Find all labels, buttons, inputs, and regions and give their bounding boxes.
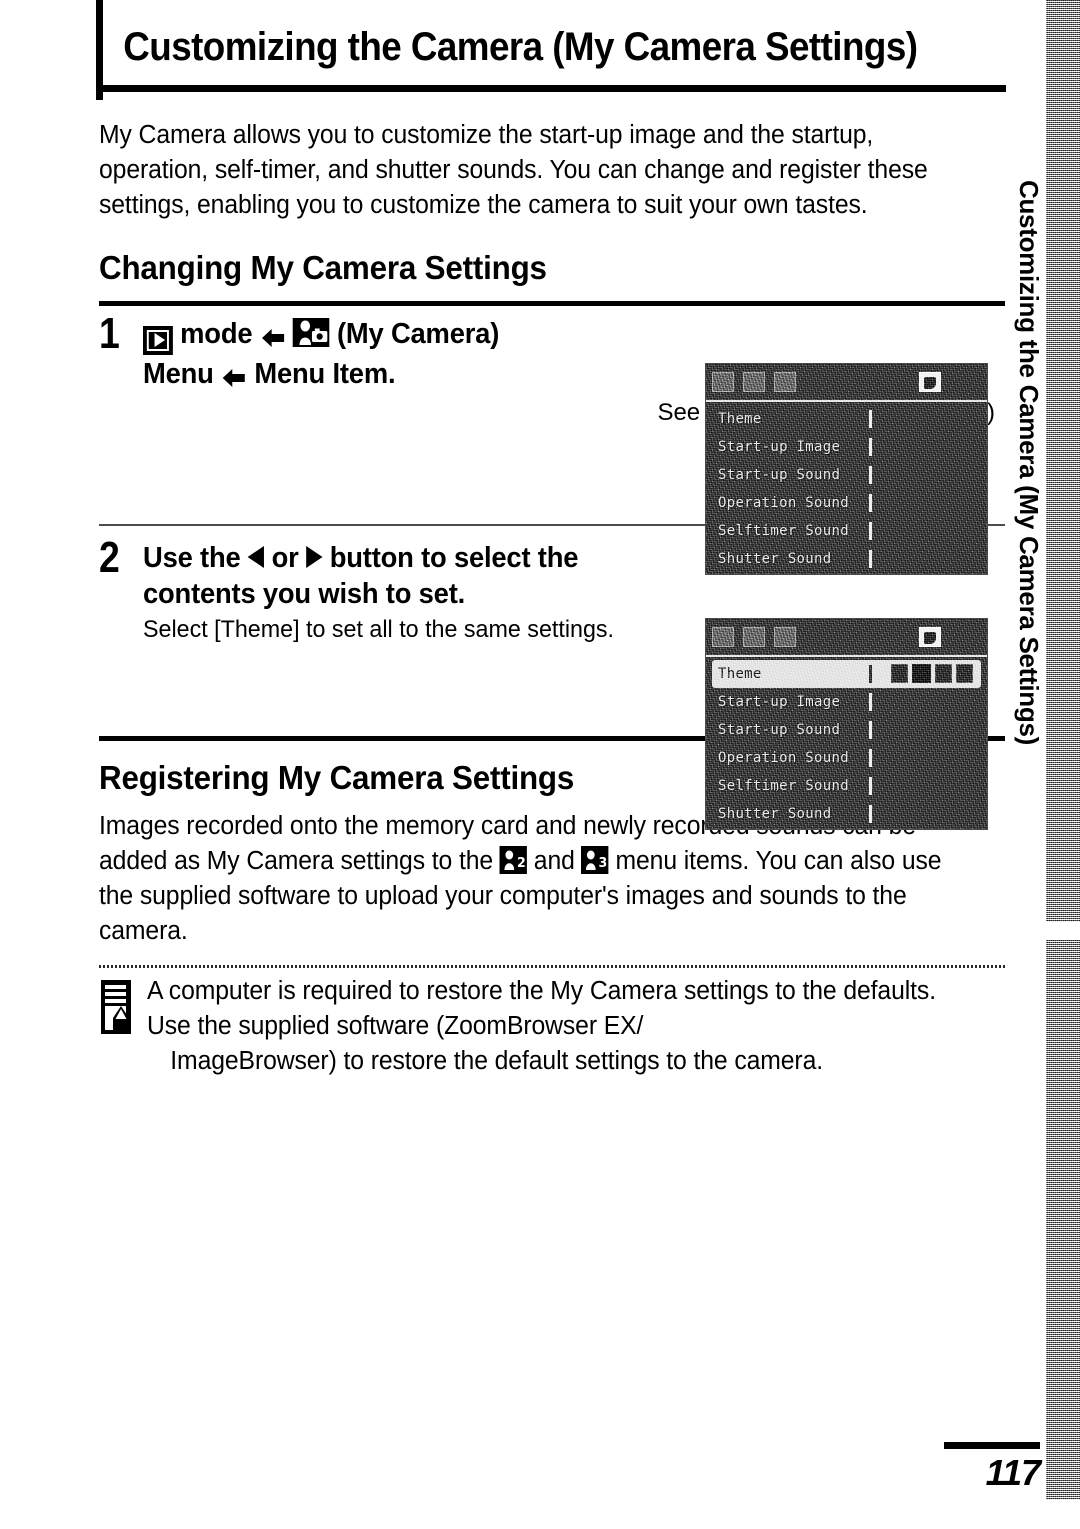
lcd-tab-setup: [774, 372, 796, 392]
lcd-menu-list-2: Theme Start-up Image Start-up Sound Oper…: [706, 657, 987, 828]
lcd-menu-item: Shutter Sound: [706, 800, 987, 828]
lcd-menu-item-label: Shutter Sound: [718, 551, 832, 567]
intro-paragraph: My Camera allows you to customize the st…: [99, 121, 928, 219]
lcd-menu-item-label: Start-up Sound: [718, 722, 841, 738]
folio-rule: [944, 1442, 1040, 1449]
lcd-theme-option: [891, 664, 908, 683]
section-heading-changing: Changing My Camera Settings: [99, 249, 547, 286]
right-arrow-icon-2: [221, 360, 247, 396]
my-camera-icon: [293, 318, 330, 347]
lcd-tab-play: [743, 627, 765, 647]
lcd-menu-item: Selftimer Sound: [706, 517, 987, 545]
step-2-title-b: or: [271, 542, 299, 574]
lcd-menu-item-label: Start-up Image: [718, 439, 841, 455]
step-1-title: mode (My Camera): [143, 316, 971, 356]
step-2-number: 2: [99, 533, 120, 582]
manual-page: Customizing the Camera (My Camera Settin…: [0, 0, 1080, 1529]
lcd-menu-item: Theme: [706, 405, 987, 433]
lcd-menu-item-label: Operation Sound: [718, 750, 849, 766]
step-1-number: 1: [99, 309, 120, 358]
page-title: Customizing the Camera (My Camera Settin…: [123, 24, 918, 69]
page-folio: 117: [944, 1442, 1041, 1493]
lcd-menu-list-1: Theme Start-up Image Start-up Sound Oper…: [706, 402, 987, 573]
step-1-menu-item-label: Menu Item.: [254, 358, 396, 390]
lcd-menu-item-label: Selftimer Sound: [718, 778, 849, 794]
my-camera-theme-3-icon: 3: [581, 846, 609, 874]
page-number: 117: [985, 1452, 1041, 1493]
lcd-menu-item-label: Theme: [718, 411, 762, 427]
step-1-title-part2: (My Camera): [337, 318, 500, 350]
registering-text-part2: and: [533, 847, 575, 875]
my-camera-theme-2-icon: 2: [499, 846, 527, 874]
memo-pencil-icon: [99, 978, 143, 1036]
side-index-tab: Customizing the Camera (My Camera Settin…: [1012, 180, 1046, 938]
lcd-theme-option-selected: [912, 664, 931, 683]
lcd-tab-play: [743, 372, 765, 392]
step-2-title-a: Use the: [143, 542, 241, 574]
registering-paragraph: Images recorded onto the memory card and…: [99, 809, 978, 949]
right-arrow-icon: [260, 320, 286, 356]
left-arrow-button-icon: [247, 546, 265, 568]
note-box: A computer is required to restore the My…: [99, 968, 1005, 1079]
svg-text:2: 2: [517, 856, 525, 871]
lcd-menu-item: Operation Sound: [706, 744, 987, 772]
lcd-menu-item: Shutter Sound: [706, 545, 987, 573]
note-text: A computer is required to restore the My…: [147, 974, 979, 1079]
step-2-title-line2: contents you wish to set.: [143, 578, 466, 610]
svg-text:3: 3: [599, 856, 607, 871]
rule-under-changing-heading: [99, 301, 1005, 306]
lcd-menu-item: Start-up Image: [706, 433, 987, 461]
lcd-menu-item-label: Selftimer Sound: [718, 523, 849, 539]
note-line-3: ImageBrowser) to restore the default set…: [170, 1047, 824, 1075]
lcd-menu-item-label: Shutter Sound: [718, 806, 832, 822]
reference-prefix: See: [657, 399, 707, 426]
lcd-menu-item-label: Operation Sound: [718, 495, 849, 511]
lcd-theme-options: [891, 664, 973, 683]
chapter-title-bar: Customizing the Camera (My Camera Settin…: [96, 8, 1006, 92]
note-line-1: A computer is required to restore the My…: [147, 977, 837, 1005]
lcd-tab-setup: [774, 627, 796, 647]
lcd-menu-item-label: Theme: [718, 666, 762, 682]
lcd-menu-item: Start-up Sound: [706, 716, 987, 744]
lcd-menu-item-selected: Theme: [712, 660, 981, 688]
lcd-tab-my-camera: [919, 627, 941, 647]
lcd-tab-bar-2: [706, 619, 987, 657]
side-index-tab-label: Customizing the Camera (My Camera Settin…: [1014, 180, 1044, 745]
lcd-menu-item: Operation Sound: [706, 489, 987, 517]
page-content: My Camera allows you to customize the st…: [99, 118, 1005, 1079]
lcd-menu-item-label: Start-up Sound: [718, 467, 841, 483]
step-1-menu-label: Menu: [143, 358, 214, 390]
lcd-tab-my-camera: [919, 372, 941, 392]
step-2-title-c: button to select the: [329, 542, 579, 574]
lcd-menu-item: Start-up Sound: [706, 461, 987, 489]
edge-index-strip-lower: [1046, 940, 1080, 1500]
lcd-tab-rec: [712, 372, 734, 392]
lcd-theme-option: [935, 664, 952, 683]
edge-index-strip-upper: [1046, 0, 1080, 922]
lcd-theme-option: [956, 664, 973, 683]
lcd-menu-item-label: Start-up Image: [718, 694, 841, 710]
screenshot-step-2: Theme Start-up Image Start-up Sound Oper…: [705, 618, 988, 830]
screenshot-step-1: Theme Start-up Image Start-up Sound Oper…: [705, 363, 988, 575]
lcd-menu-item: Start-up Image: [706, 688, 987, 716]
right-arrow-button-icon: [306, 546, 323, 568]
step-1-title-part1: mode: [180, 318, 253, 350]
lcd-tab-rec: [712, 627, 734, 647]
playback-mode-icon: [143, 325, 173, 355]
lcd-menu-item: Selftimer Sound: [706, 772, 987, 800]
lcd-tab-bar-1: [706, 364, 987, 402]
